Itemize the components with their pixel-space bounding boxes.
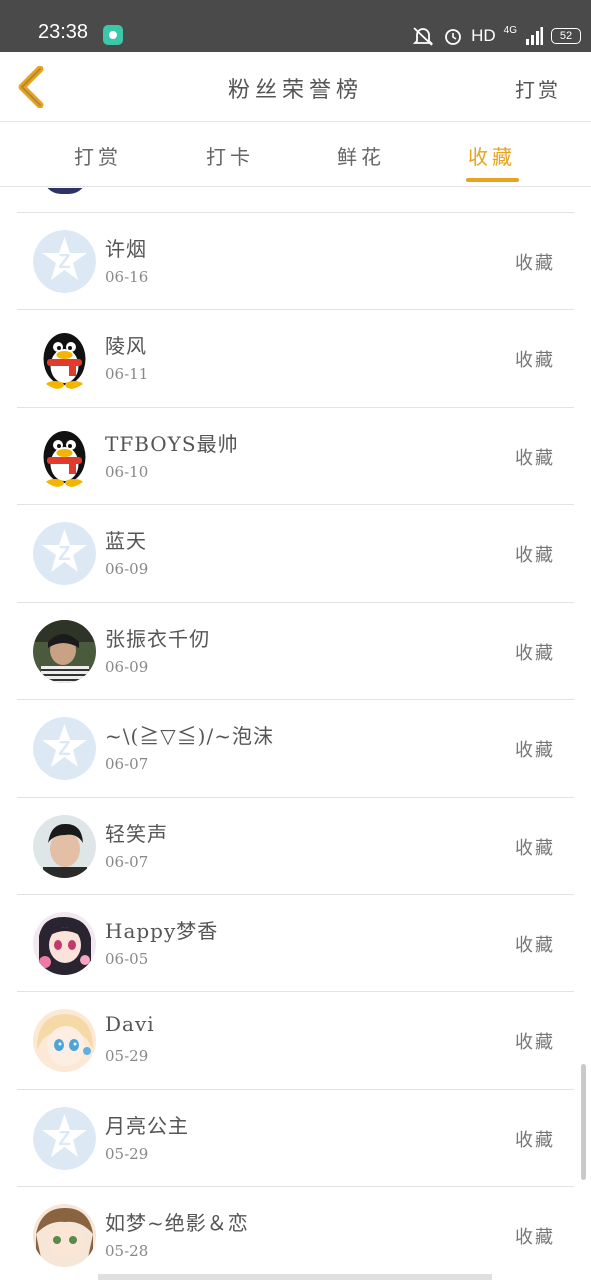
mute-icon xyxy=(412,27,434,46)
anime-avatar xyxy=(33,1009,96,1072)
item-date: 05-29 xyxy=(105,1047,149,1065)
item-action-label: 收藏 xyxy=(515,545,555,566)
penguin-avatar-icon xyxy=(33,425,96,488)
tab-bar: 打赏 打卡 鲜花 收藏 xyxy=(0,123,591,187)
list-item[interactable]: 张振衣千仞 06-09 收藏 xyxy=(17,602,574,699)
default-avatar-icon: Z xyxy=(33,717,96,780)
svg-text:Z: Z xyxy=(58,251,70,273)
network-type: HD xyxy=(471,26,496,45)
list-item[interactable]: Z 许烟 06-16 收藏 xyxy=(17,212,574,309)
item-date: 05-29 xyxy=(105,1145,149,1163)
reward-button[interactable]: 打赏 xyxy=(515,74,561,103)
page-title: 粉丝荣誉榜 xyxy=(227,78,363,103)
anime-avatar xyxy=(33,912,96,975)
item-action-label: 收藏 xyxy=(515,740,555,761)
item-action-label: 收藏 xyxy=(515,448,555,469)
photo-avatar xyxy=(33,620,96,683)
top-app-bar: 粉丝荣誉榜 打赏 xyxy=(0,52,591,122)
list-item[interactable]: Z ~\(≧▽≦)/~泡沫 06-07 收藏 xyxy=(17,699,574,796)
user-name: TFBOYS最帅 xyxy=(105,432,239,456)
item-action-label: 收藏 xyxy=(515,935,555,956)
item-date: 06-09 xyxy=(105,560,149,578)
user-name: ~\(≧▽≦)/~泡沫 xyxy=(105,724,274,748)
bottom-divider xyxy=(98,1274,492,1280)
list-item[interactable]: TFBOYS最帅 06-10 收藏 xyxy=(17,407,574,504)
fans-list[interactable]: Z 许烟 06-16 收藏 陵风 06-11 收藏 TFBOYS最帅 06-10… xyxy=(0,188,591,1280)
anime-avatar xyxy=(33,1204,96,1267)
user-name: 蓝天 xyxy=(105,529,147,553)
user-name: Happy梦香 xyxy=(105,919,219,943)
item-date: 06-07 xyxy=(105,853,149,871)
status-time: 23:38 xyxy=(38,21,89,43)
battery-icon: 52 xyxy=(551,28,581,44)
item-date: 06-11 xyxy=(105,365,149,383)
photo-avatar xyxy=(33,815,96,878)
avatar xyxy=(43,188,87,194)
status-icons: HD 4G 52 xyxy=(411,24,581,48)
list-item[interactable]: 轻笑声 06-07 收藏 xyxy=(17,797,574,894)
status-bar: 23:38 HD 4G 52 xyxy=(0,0,591,52)
active-tab-indicator xyxy=(466,178,519,182)
list-item[interactable]: 陵风 06-11 收藏 xyxy=(17,309,574,406)
user-name: 陵风 xyxy=(105,334,147,358)
penguin-avatar-icon xyxy=(33,327,96,390)
item-action-label: 收藏 xyxy=(515,1130,555,1151)
default-avatar-icon: Z xyxy=(33,522,96,585)
item-date: 06-10 xyxy=(105,463,149,481)
network-gen: 4G xyxy=(503,24,517,36)
item-date: 06-07 xyxy=(105,755,149,773)
list-item[interactable]: Z 月亮公主 05-29 收藏 xyxy=(17,1089,574,1186)
user-name: 月亮公主 xyxy=(105,1114,189,1138)
default-avatar-icon: Z xyxy=(33,230,96,293)
svg-text:Z: Z xyxy=(58,543,70,565)
item-date: 05-28 xyxy=(105,1242,149,1260)
item-action-label: 收藏 xyxy=(515,1227,555,1248)
list-item[interactable]: Happy梦香 06-05 收藏 xyxy=(17,894,574,991)
list-item[interactable]: Davi 05-29 收藏 xyxy=(17,991,574,1088)
svg-text:Z: Z xyxy=(58,1128,70,1150)
user-name: Davi xyxy=(105,1012,155,1036)
svg-text:Z: Z xyxy=(58,738,70,760)
tab-checkin[interactable]: 打卡 xyxy=(190,141,270,170)
alarm-icon xyxy=(445,29,461,45)
default-avatar-icon: Z xyxy=(33,1107,96,1170)
tab-favorites[interactable]: 收藏 xyxy=(452,141,532,170)
user-name: 轻笑声 xyxy=(105,822,168,846)
item-action-label: 收藏 xyxy=(515,838,555,859)
signal-icon xyxy=(526,27,543,45)
item-action-label: 收藏 xyxy=(515,350,555,371)
list-item[interactable]: 如梦~绝影＆恋 05-28 收藏 xyxy=(17,1186,574,1280)
user-name: 张振衣千仞 xyxy=(105,627,210,651)
item-action-label: 收藏 xyxy=(515,253,555,274)
item-action-label: 收藏 xyxy=(515,643,555,664)
item-date: 06-05 xyxy=(105,950,149,968)
notification-app-icon xyxy=(103,25,123,45)
tab-flowers[interactable]: 鲜花 xyxy=(321,141,401,170)
user-name: 许烟 xyxy=(105,237,147,261)
list-item[interactable]: Z 蓝天 06-09 收藏 xyxy=(17,504,574,601)
tab-reward[interactable]: 打赏 xyxy=(58,141,138,170)
scrollbar[interactable] xyxy=(581,1064,586,1180)
item-date: 06-09 xyxy=(105,658,149,676)
user-name: 如梦~绝影＆恋 xyxy=(105,1211,249,1235)
item-date: 06-16 xyxy=(105,268,149,286)
item-action-label: 收藏 xyxy=(515,1032,555,1053)
